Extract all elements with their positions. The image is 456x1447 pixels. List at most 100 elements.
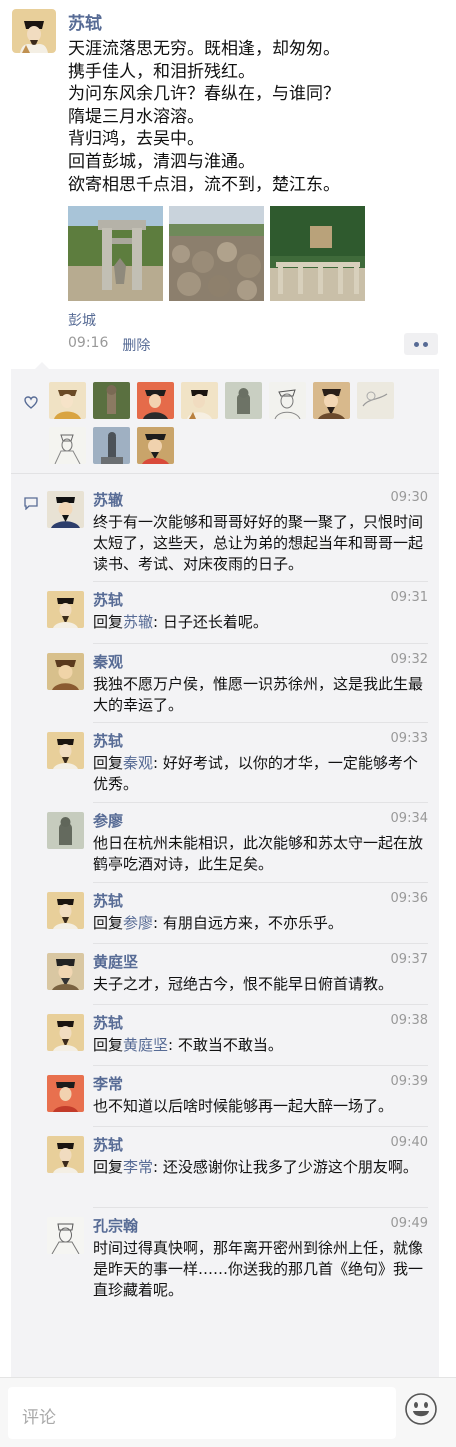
comment-text: 回复秦观: 好好考试，以你的才华，一定能够考个优秀。	[93, 753, 426, 795]
reply-prefix: 回复	[93, 613, 124, 631]
heart-icon	[24, 396, 38, 409]
comment-divider	[93, 1207, 428, 1208]
comment-input-bar: 评论	[0, 1377, 456, 1447]
reply-target[interactable]: 秦观	[123, 754, 153, 772]
likes-divider	[11, 473, 439, 474]
comment-time: 09:34	[390, 811, 428, 826]
commenter-name[interactable]: 李常	[93, 1073, 123, 1094]
commenter-avatar[interactable]	[47, 1217, 84, 1254]
reply-body: : 还没感谢你让我多了少游这个朋友啊。	[153, 1158, 418, 1176]
comment-divider	[93, 643, 428, 644]
liker-avatar[interactable]	[181, 382, 218, 419]
comment-input[interactable]: 评论	[8, 1387, 396, 1439]
emoji-icon[interactable]	[404, 1392, 438, 1426]
reply-prefix: 回复	[93, 1158, 124, 1176]
more-dots-icon[interactable]	[404, 333, 438, 355]
post-location[interactable]: 彭城	[68, 310, 96, 330]
reply-prefix: 回复	[93, 1036, 124, 1054]
liker-avatar[interactable]	[269, 382, 306, 419]
post-time: 09:16	[68, 335, 109, 351]
comment-divider	[93, 1004, 428, 1005]
commenter-name[interactable]: 苏轼	[93, 890, 123, 911]
photo-rock-garden[interactable]	[169, 206, 264, 301]
comment-time: 09:39	[390, 1074, 428, 1089]
commenter-name[interactable]: 苏辙	[93, 489, 123, 510]
delete-button[interactable]: 删除	[122, 335, 150, 355]
reply-body: : 不敢当不敢当。	[168, 1036, 283, 1054]
commenter-name[interactable]: 秦观	[93, 651, 123, 672]
reply-target[interactable]: 黄庭坚	[123, 1036, 168, 1054]
comment-divider	[93, 581, 428, 582]
commenter-name[interactable]: 黄庭坚	[93, 951, 138, 972]
comment-text: 时间过得真快啊，那年离开密州到徐州上任，就像是昨天的事一样……你送我的那几首《绝…	[93, 1239, 424, 1299]
liker-avatar[interactable]	[137, 427, 174, 464]
comment-divider	[93, 943, 428, 944]
liker-avatar[interactable]	[49, 382, 86, 419]
comment-text: 他日在杭州未能相识，此次能够和苏太守一起在放鹤亭吃酒对诗，此生足矣。	[93, 834, 424, 873]
commenter-avatar[interactable]	[47, 653, 84, 690]
comment-time: 09:49	[390, 1216, 428, 1231]
comment-time: 09:37	[390, 952, 428, 967]
commenter-avatar[interactable]	[47, 812, 84, 849]
reply-prefix: 回复	[93, 914, 124, 932]
post-photos	[68, 206, 365, 301]
commenter-name[interactable]: 参廖	[93, 810, 123, 831]
comment-text: 回复苏辙: 日子还长着呢。	[93, 612, 426, 633]
commenter-avatar[interactable]	[47, 953, 84, 990]
comment-icon	[24, 497, 38, 510]
reply-body: : 日子还长着呢。	[153, 613, 268, 631]
comment-text: 终于有一次能够和哥哥好好的聚一聚了，只恨时间太短了，这些天，总让为弟的想起当年和…	[93, 513, 424, 573]
comment-text: 回复黄庭坚: 不敢当不敢当。	[93, 1035, 426, 1056]
liker-avatar[interactable]	[93, 427, 130, 464]
comment-text: 也不知道以后啥时候能够再一起大醉一场了。	[93, 1097, 394, 1115]
comment-text: 回复李常: 还没感谢你让我多了少游这个朋友啊。	[93, 1157, 426, 1178]
reply-target[interactable]: 李常	[123, 1158, 153, 1176]
comment-divider	[93, 722, 428, 723]
comment-time: 09:31	[390, 590, 428, 605]
commenter-avatar[interactable]	[47, 1075, 84, 1112]
photo-pavilion-railing[interactable]	[270, 206, 365, 301]
post-meta: 09:16 删除	[68, 335, 150, 355]
commenter-name[interactable]: 苏轼	[93, 730, 123, 751]
comment-time: 09:40	[390, 1135, 428, 1150]
commenter-avatar[interactable]	[47, 1014, 84, 1051]
likes-section	[11, 369, 439, 473]
commenter-avatar[interactable]	[47, 892, 84, 929]
comment-divider	[93, 802, 428, 803]
liker-avatar[interactable]	[93, 382, 130, 419]
liker-avatar[interactable]	[49, 427, 86, 464]
comment-time: 09:32	[390, 652, 428, 667]
liker-avatar[interactable]	[357, 382, 394, 419]
liker-avatar[interactable]	[313, 382, 350, 419]
commenter-avatar[interactable]	[47, 1136, 84, 1173]
reply-target[interactable]: 参廖	[123, 914, 153, 932]
interaction-panel: 苏辙 09:30 终于有一次能够和哥哥好好的聚一聚了，只恨时间太短了，这些天，总…	[11, 362, 439, 1377]
comment-time: 09:33	[390, 731, 428, 746]
reply-prefix: 回复	[93, 754, 124, 772]
photo-stone-gate[interactable]	[68, 206, 163, 301]
author-avatar[interactable]	[12, 9, 56, 53]
reply-target[interactable]: 苏辙	[123, 613, 153, 631]
comment-divider	[93, 1065, 428, 1066]
panel-notch	[35, 362, 49, 369]
comment-text: 我独不愿万户侯，惟愿一识苏徐州，这是我此生最大的幸运了。	[93, 675, 424, 714]
commenter-avatar[interactable]	[47, 591, 84, 628]
reply-body: : 有朋自远方来，不亦乐乎。	[153, 914, 343, 932]
comment-time: 09:30	[390, 490, 428, 505]
post-author-name[interactable]: 苏轼	[68, 9, 102, 34]
comment-text: 夫子之才，冠绝古今，恨不能早日俯首请教。	[93, 975, 394, 993]
comment-divider	[93, 1126, 428, 1127]
liker-avatar[interactable]	[225, 382, 262, 419]
commenter-avatar[interactable]	[47, 732, 84, 769]
commenter-name[interactable]: 苏轼	[93, 589, 123, 610]
commenter-name[interactable]: 孔宗翰	[93, 1215, 138, 1236]
comment-text: 回复参廖: 有朋自远方来，不亦乐乎。	[93, 913, 426, 934]
comment-time: 09:36	[390, 891, 428, 906]
comment-time: 09:38	[390, 1013, 428, 1028]
commenter-name[interactable]: 苏轼	[93, 1134, 123, 1155]
liker-avatar[interactable]	[137, 382, 174, 419]
commenter-avatar[interactable]	[47, 491, 84, 528]
post-text: 天涯流落思无穷。既相逢，却匆匆。 携手佳人，和泪折残红。 为问东风余几许？春纵在…	[68, 39, 340, 195]
commenter-name[interactable]: 苏轼	[93, 1012, 123, 1033]
comment-divider	[93, 882, 428, 883]
